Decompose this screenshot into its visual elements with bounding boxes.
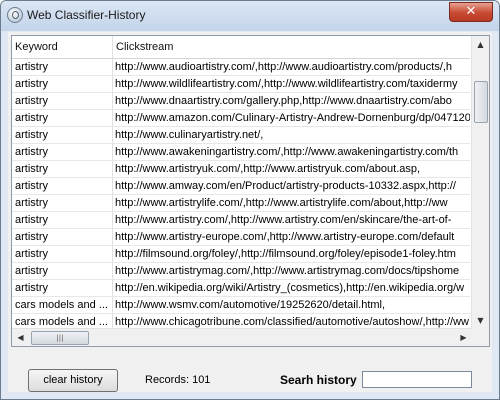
keyword-cell[interactable]: artistry bbox=[12, 212, 112, 228]
table-row[interactable]: artistry http://www.culinaryartistry.net/… bbox=[12, 127, 470, 144]
window-title: Web Classifier-History bbox=[27, 8, 146, 22]
clickstream-cell[interactable]: http://www.dnaartistry.com/gallery.php,h… bbox=[112, 93, 470, 109]
vertical-scrollbar[interactable]: ▲ ▼ bbox=[471, 36, 489, 329]
history-table: Keyword Clickstream artistry http://www.a… bbox=[11, 35, 490, 347]
clickstream-cell[interactable]: http://www.artistrymag.com/,http://www.a… bbox=[112, 263, 470, 279]
search-history-label: Searh history bbox=[280, 373, 357, 387]
scroll-left-arrow-icon[interactable]: ◀ bbox=[12, 329, 29, 346]
clickstream-cell[interactable]: http://www.artistryuk.com/,http://www.ar… bbox=[112, 161, 470, 177]
scrollbar-corner bbox=[472, 329, 489, 346]
clickstream-cell[interactable]: http://www.wildlifeartistry.com/,http://… bbox=[112, 76, 470, 92]
table-row[interactable]: artistry http://filmsound.org/foley/,http… bbox=[12, 246, 470, 263]
clickstream-cell[interactable]: http://filmsound.org/foley/,http://films… bbox=[112, 246, 470, 262]
clickstream-cell[interactable]: http://www.amazon.com/Culinary-Artistry-… bbox=[112, 110, 470, 126]
clickstream-cell[interactable]: http://www.culinaryartistry.net/, bbox=[112, 127, 470, 143]
keyword-cell[interactable]: artistry bbox=[12, 93, 112, 109]
scroll-up-arrow-icon[interactable]: ▲ bbox=[472, 36, 489, 53]
keyword-cell[interactable]: artistry bbox=[12, 110, 112, 126]
history-window: Web Classifier-History ✕ Keyword Clickst… bbox=[0, 0, 500, 400]
keyword-cell[interactable]: artistry bbox=[12, 127, 112, 143]
horizontal-scroll-thumb[interactable]: ||| bbox=[31, 331, 89, 345]
table-row[interactable]: artistry http://www.artistry.com/,http://… bbox=[12, 212, 470, 229]
keyword-cell[interactable]: artistry bbox=[12, 246, 112, 262]
table-row[interactable]: artistry http://www.wildlifeartistry.com/… bbox=[12, 76, 470, 93]
keyword-cell[interactable]: artistry bbox=[12, 59, 112, 75]
keyword-cell[interactable]: cars models and ... bbox=[12, 297, 112, 313]
keyword-cell[interactable]: artistry bbox=[12, 144, 112, 160]
clickstream-cell[interactable]: http://www.artistrylife.com/,http://www.… bbox=[112, 195, 470, 211]
app-icon bbox=[7, 7, 23, 23]
keyword-cell[interactable]: artistry bbox=[12, 76, 112, 92]
scroll-down-arrow-icon[interactable]: ▼ bbox=[472, 312, 489, 329]
table-row[interactable]: artistry http://www.amway.com/en/Product/… bbox=[12, 178, 470, 195]
clickstream-cell[interactable]: http://en.wikipedia.org/wiki/Artistry_(c… bbox=[112, 280, 470, 296]
table-row[interactable]: artistry http://www.artistryuk.com/,http:… bbox=[12, 161, 470, 178]
clickstream-cell[interactable]: http://www.wsmv.com/automotive/19252620/… bbox=[112, 297, 470, 313]
table-header: Keyword Clickstream bbox=[12, 36, 470, 59]
table-row[interactable]: artistry http://www.dnaartistry.com/galle… bbox=[12, 93, 470, 110]
clickstream-cell[interactable]: http://www.audioartistry.com/,http://www… bbox=[112, 59, 470, 75]
search-history-input[interactable] bbox=[362, 371, 472, 388]
records-count: Records: 101 bbox=[145, 374, 211, 386]
table-row[interactable]: cars models and ... http://www.wsmv.com/a… bbox=[12, 297, 470, 314]
table-row[interactable]: artistry http://www.artistrymag.com/,http… bbox=[12, 263, 470, 280]
title-bar[interactable]: Web Classifier-History ✕ bbox=[1, 1, 499, 31]
table-row[interactable]: artistry http://www.awakeningartistry.com… bbox=[12, 144, 470, 161]
client-area: Keyword Clickstream artistry http://www.a… bbox=[8, 32, 492, 392]
clickstream-cell[interactable]: http://www.awakeningartistry.com/,http:/… bbox=[112, 144, 470, 160]
horizontal-scrollbar[interactable]: ◀ ||| ▶ bbox=[12, 328, 472, 346]
keyword-cell[interactable]: artistry bbox=[12, 280, 112, 296]
keyword-cell[interactable]: artistry bbox=[12, 161, 112, 177]
keyword-cell[interactable]: artistry bbox=[12, 178, 112, 194]
column-header-clickstream[interactable]: Clickstream bbox=[113, 36, 466, 58]
table-row[interactable]: artistry http://www.amazon.com/Culinary-A… bbox=[12, 110, 470, 127]
keyword-cell[interactable]: artistry bbox=[12, 263, 112, 279]
keyword-cell[interactable]: artistry bbox=[12, 229, 112, 245]
close-button[interactable]: ✕ bbox=[449, 2, 493, 22]
column-header-keyword[interactable]: Keyword bbox=[12, 36, 112, 58]
clickstream-cell[interactable]: http://www.amway.com/en/Product/artistry… bbox=[112, 178, 470, 194]
clickstream-cell[interactable]: http://www.artistry.com/,http://www.arti… bbox=[112, 212, 470, 228]
scroll-right-arrow-icon[interactable]: ▶ bbox=[455, 329, 472, 346]
vertical-scroll-thumb[interactable] bbox=[474, 81, 488, 123]
clear-history-button[interactable]: clear history bbox=[28, 369, 118, 392]
table-body: artistry http://www.audioartistry.com/,ht… bbox=[12, 59, 470, 331]
table-row[interactable]: artistry http://www.artistrylife.com/,htt… bbox=[12, 195, 470, 212]
table-row[interactable]: artistry http://www.audioartistry.com/,ht… bbox=[12, 59, 470, 76]
keyword-cell[interactable]: artistry bbox=[12, 195, 112, 211]
clickstream-cell[interactable]: http://www.artistry-europe.com/,http://w… bbox=[112, 229, 470, 245]
table-row[interactable]: artistry http://www.artistry-europe.com/,… bbox=[12, 229, 470, 246]
table-row[interactable]: artistry http://en.wikipedia.org/wiki/Art… bbox=[12, 280, 470, 297]
